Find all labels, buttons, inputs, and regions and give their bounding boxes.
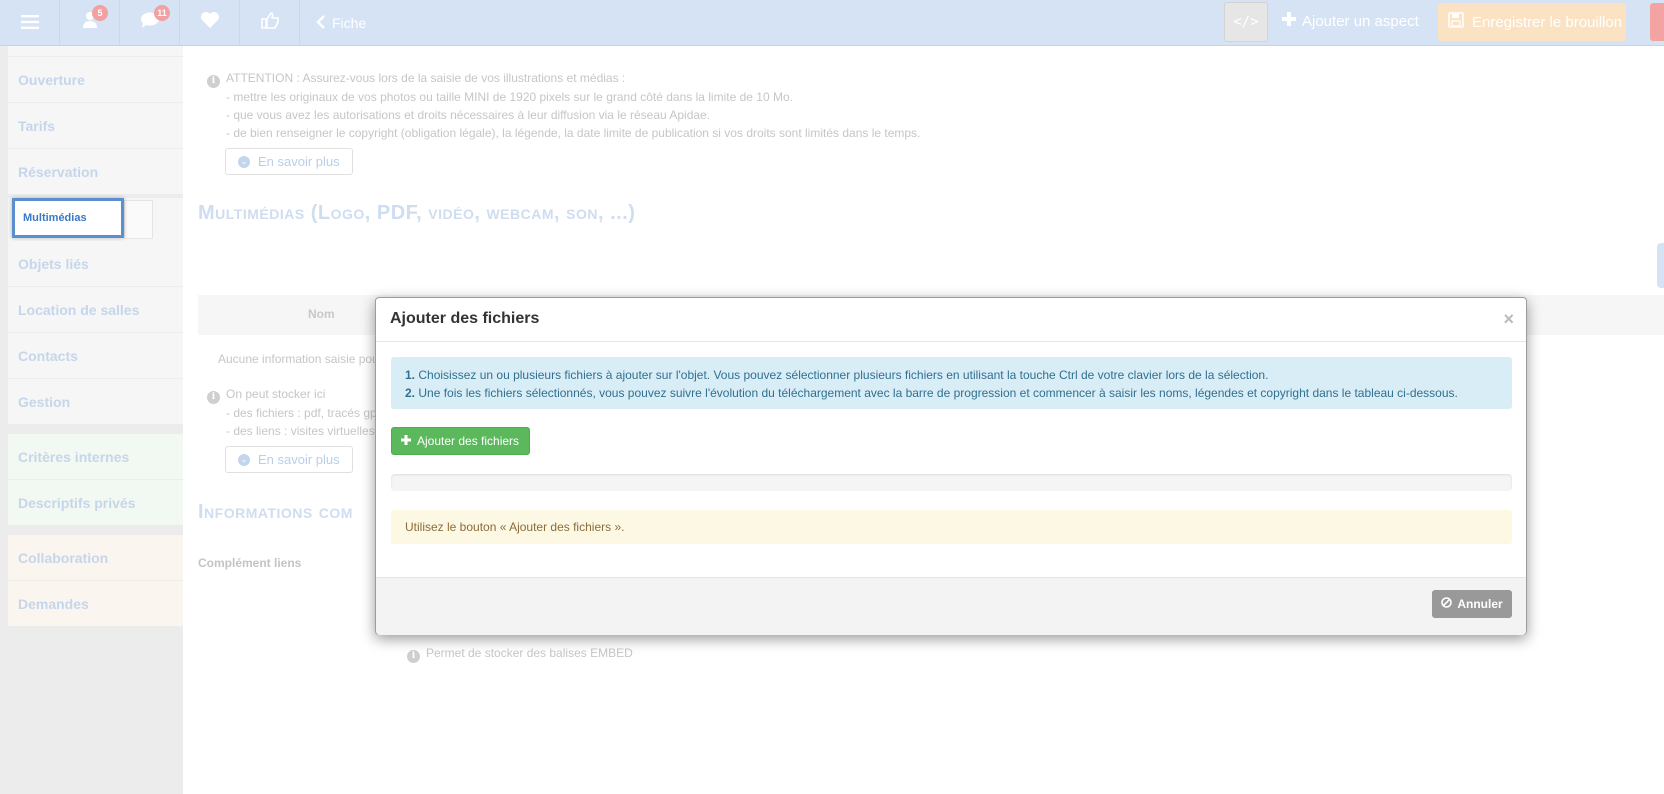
cancel-button[interactable]: Annuler (1432, 590, 1512, 618)
info-icon: i (207, 74, 220, 88)
ban-icon (1441, 597, 1453, 611)
sidebar-item-demandes[interactable]: Demandes (8, 581, 183, 627)
side-scroll-tab[interactable] (1657, 243, 1664, 288)
learn-more-label: En savoir plus (258, 452, 340, 467)
warning-alert: Utilisez le bouton « Ajouter des fichier… (391, 510, 1512, 544)
attention-notice: i ATTENTION : Assurez-vous lors de la sai… (207, 69, 920, 142)
info-icon: i (207, 390, 220, 404)
learn-more-label: En savoir plus (258, 154, 340, 169)
sidebar-item-tarifs[interactable]: Tarifs (8, 103, 183, 149)
sidebar-item-label: Multimédias (23, 212, 87, 224)
modal-header: Ajouter des fichiers × (376, 298, 1526, 342)
sidebar-item-label: Gestion (18, 393, 71, 410)
warning-text: Utilisez le bouton « Ajouter des fichier… (405, 520, 625, 534)
chevron-down-circle-icon: ⌄ (238, 453, 250, 466)
sidebar-item-label: Demandes (18, 595, 89, 612)
notifications-badge: 5 (92, 5, 108, 21)
back-label: Fiche (332, 15, 367, 31)
instruction-step-2: 2. Une fois les fichiers sélectionnés, v… (405, 384, 1498, 402)
thumbs-up-icon (260, 11, 280, 35)
upload-progress-bar (391, 474, 1512, 491)
heart-icon (200, 11, 220, 35)
chevron-left-icon (316, 14, 326, 32)
add-aspect-button[interactable]: Ajouter un aspect (1282, 0, 1419, 42)
notifications-button[interactable]: 5 (60, 0, 120, 46)
plus-icon (401, 434, 411, 448)
like-button[interactable] (240, 0, 300, 46)
sidebar-item-label: Location de salles (18, 301, 140, 318)
add-files-modal: Ajouter des fichiers × 1. Choisissez un … (375, 297, 1527, 635)
info-section-title: Informations com (198, 501, 353, 523)
column-header-nom[interactable]: Nom (308, 307, 335, 321)
sidebar-item-ouverture[interactable]: Ouverture (8, 57, 183, 103)
storage-info-line: On peut stocker ici (226, 387, 326, 401)
sidebar-item-collaboration[interactable]: Collaboration (8, 535, 183, 581)
learn-more-button-2[interactable]: ⌄ En savoir plus (225, 446, 353, 473)
menu-button[interactable] (0, 0, 60, 46)
learn-more-button[interactable]: ⌄ En savoir plus (225, 148, 353, 175)
code-view-button[interactable]: </> (1224, 2, 1268, 42)
code-icon: </> (1233, 14, 1259, 30)
modal-footer: Annuler (376, 577, 1526, 635)
sidebar-item-multimedias[interactable]: Multimédias (12, 198, 124, 238)
add-aspect-label: Ajouter un aspect (1302, 12, 1419, 30)
sidebar-item-label: Objets liés (18, 255, 89, 272)
sidebar-item-multimedias-extension (124, 200, 153, 239)
save-draft-button[interactable]: Enregistrer le brouillon (1438, 3, 1626, 41)
messages-button[interactable]: 11 (120, 0, 180, 46)
attention-line: - mettre les originaux de vos photos ou … (226, 89, 793, 104)
close-icon[interactable]: × (1503, 309, 1514, 330)
step-number: 2. (405, 386, 416, 400)
storage-info-line: - des liens : visites virtuelles (226, 423, 375, 438)
instruction-step-1: 1. Choisissez un ou plusieurs fichiers à… (405, 366, 1498, 384)
embed-note-text: Permet de stocker des balises EMBED (426, 646, 633, 660)
sidebar-item-label: Contacts (18, 347, 78, 364)
sidebar-item-label: Tarifs (18, 117, 56, 134)
sidebar-item-contacts[interactable]: Contacts (8, 333, 183, 379)
top-toolbar: 5 11 Fiche </> Ajouter un aspect Enregis… (0, 0, 1664, 46)
sidebar-item-label: Collaboration (18, 549, 109, 566)
modal-title: Ajouter des fichiers (390, 310, 540, 327)
sidebar-top-remnant (8, 46, 183, 56)
publish-button-edge[interactable] (1650, 3, 1664, 41)
instructions-alert: 1. Choisissez un ou plusieurs fichiers à… (391, 357, 1512, 409)
embed-note: i Permet de stocker des balises EMBED (407, 646, 633, 663)
step-number: 1. (405, 368, 416, 382)
attention-line: ATTENTION : Assurez-vous lors de la sais… (226, 71, 626, 85)
chevron-down-circle-icon: ⌄ (238, 155, 250, 168)
add-files-label: Ajouter des fichiers (417, 434, 520, 448)
step-text: Une fois les fichiers sélectionnés, vous… (418, 386, 1458, 400)
info-icon: i (407, 649, 420, 663)
storage-info: i On peut stocker ici - des fichiers : pd… (207, 385, 377, 440)
sidebar-item-location-de-salles[interactable]: Location de salles (8, 287, 183, 333)
messages-badge: 11 (154, 5, 170, 21)
attention-line: - de bien renseigner le copyright (oblig… (226, 125, 921, 140)
sidebar-item-gestion[interactable]: Gestion (8, 379, 183, 425)
sidebar-item-descriptifs-prives[interactable]: Descriptifs privés (8, 480, 183, 526)
step-text: Choisissez un ou plusieurs fichiers à aj… (418, 368, 1269, 382)
storage-info-line: - des fichiers : pdf, tracés gp (226, 405, 377, 420)
sidebar-item-label: Réservation (18, 163, 99, 180)
sidebar-item-reservation[interactable]: Réservation (8, 149, 183, 195)
attention-line: - que vous avez les autorisations et dro… (226, 107, 711, 122)
save-draft-label: Enregistrer le brouillon (1472, 13, 1623, 31)
multimedia-section-title: Multimédias (Logo, PDF, vidéo, webcam, s… (198, 202, 636, 224)
hamburger-icon (20, 12, 39, 35)
sidebar-item-objets-lies[interactable]: Objets liés (8, 241, 183, 287)
sidebar-item-label: Critères internes (18, 448, 130, 465)
sidebar-item-label: Descriptifs privés (18, 494, 136, 511)
plus-icon (1282, 12, 1296, 30)
complement-liens-label: Complément liens (198, 556, 302, 570)
cancel-label: Annuler (1457, 597, 1503, 611)
back-to-fiche-link[interactable]: Fiche (316, 0, 366, 46)
favorites-button[interactable] (180, 0, 240, 46)
sidebar-item-criteres-internes[interactable]: Critères internes (8, 434, 183, 480)
floppy-disk-icon (1448, 12, 1464, 32)
no-info-text: Aucune information saisie pou (218, 352, 379, 366)
add-files-button[interactable]: Ajouter des fichiers (391, 427, 530, 455)
sidebar-item-label: Ouverture (18, 71, 85, 88)
